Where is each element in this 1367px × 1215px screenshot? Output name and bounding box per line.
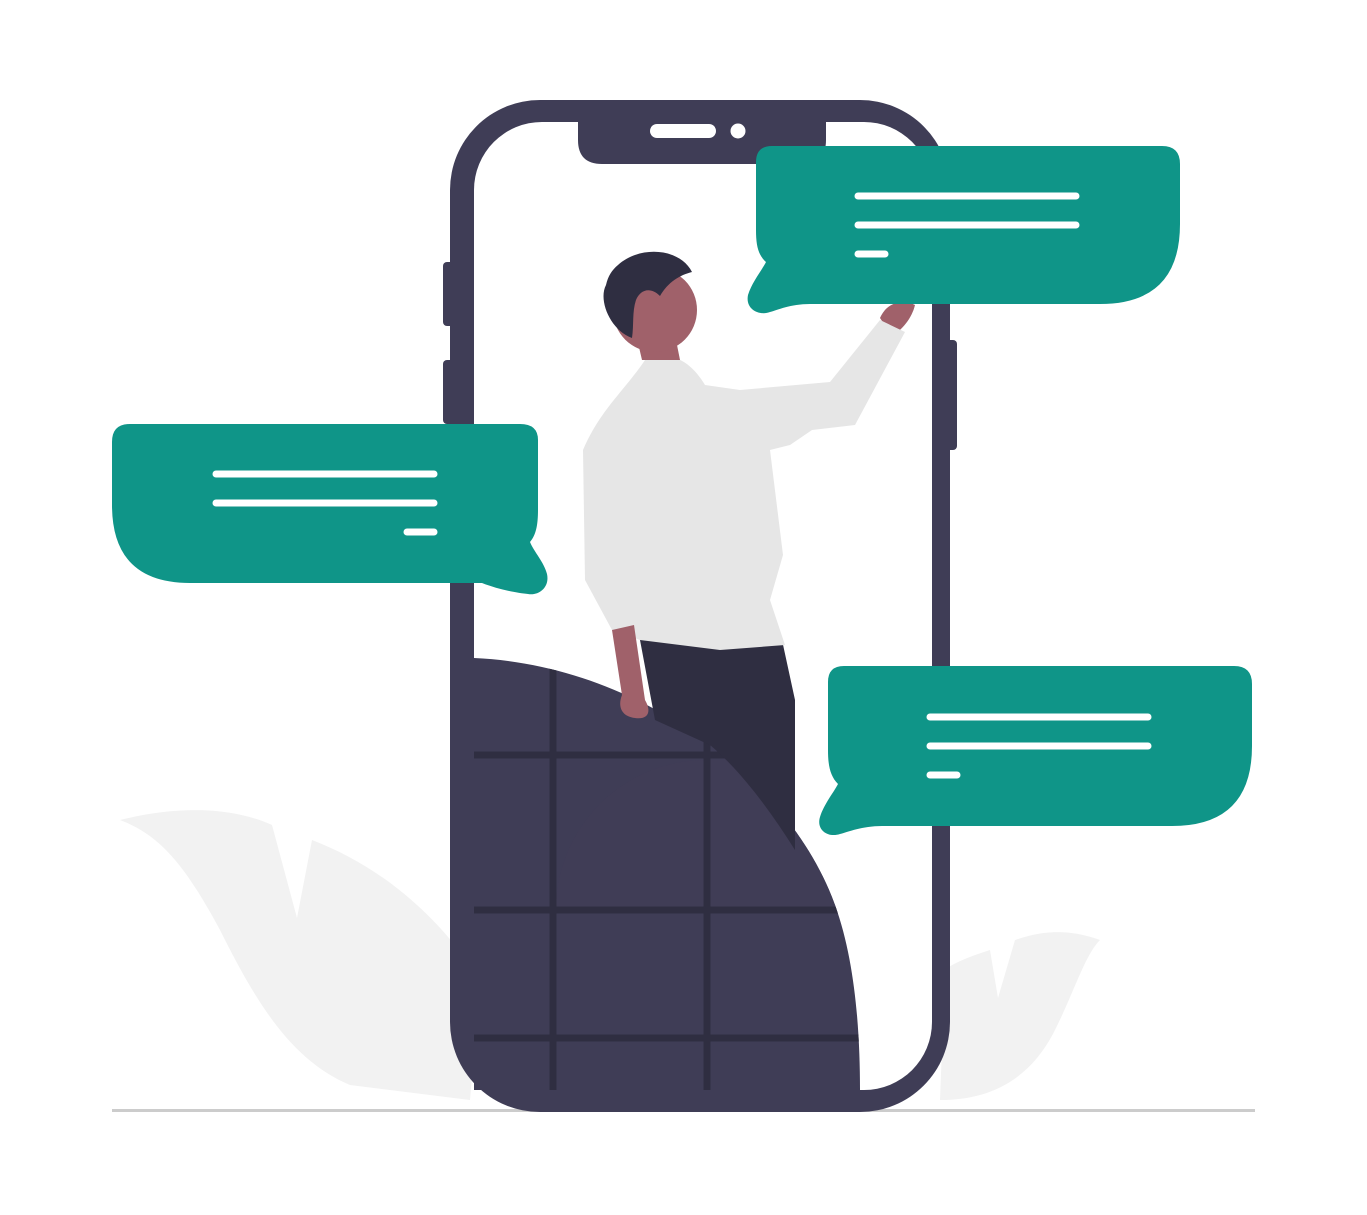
chat-bubble-bottom-right-shape: [819, 666, 1252, 836]
chat-bubble-left-shape: [112, 424, 548, 595]
chat-illustration: [112, 100, 1255, 1112]
chat-bubble-left: [112, 424, 548, 595]
camera-icon: [730, 123, 746, 139]
chat-bubble-bottom-right: [819, 666, 1252, 836]
chat-bubble-top-right: [747, 146, 1180, 314]
illustration-scene: [0, 0, 1367, 1215]
chat-bubble-top-right-shape: [747, 146, 1180, 314]
leaf-right: [940, 932, 1100, 1100]
speaker-icon: [650, 124, 716, 138]
leaf-left: [120, 810, 480, 1100]
